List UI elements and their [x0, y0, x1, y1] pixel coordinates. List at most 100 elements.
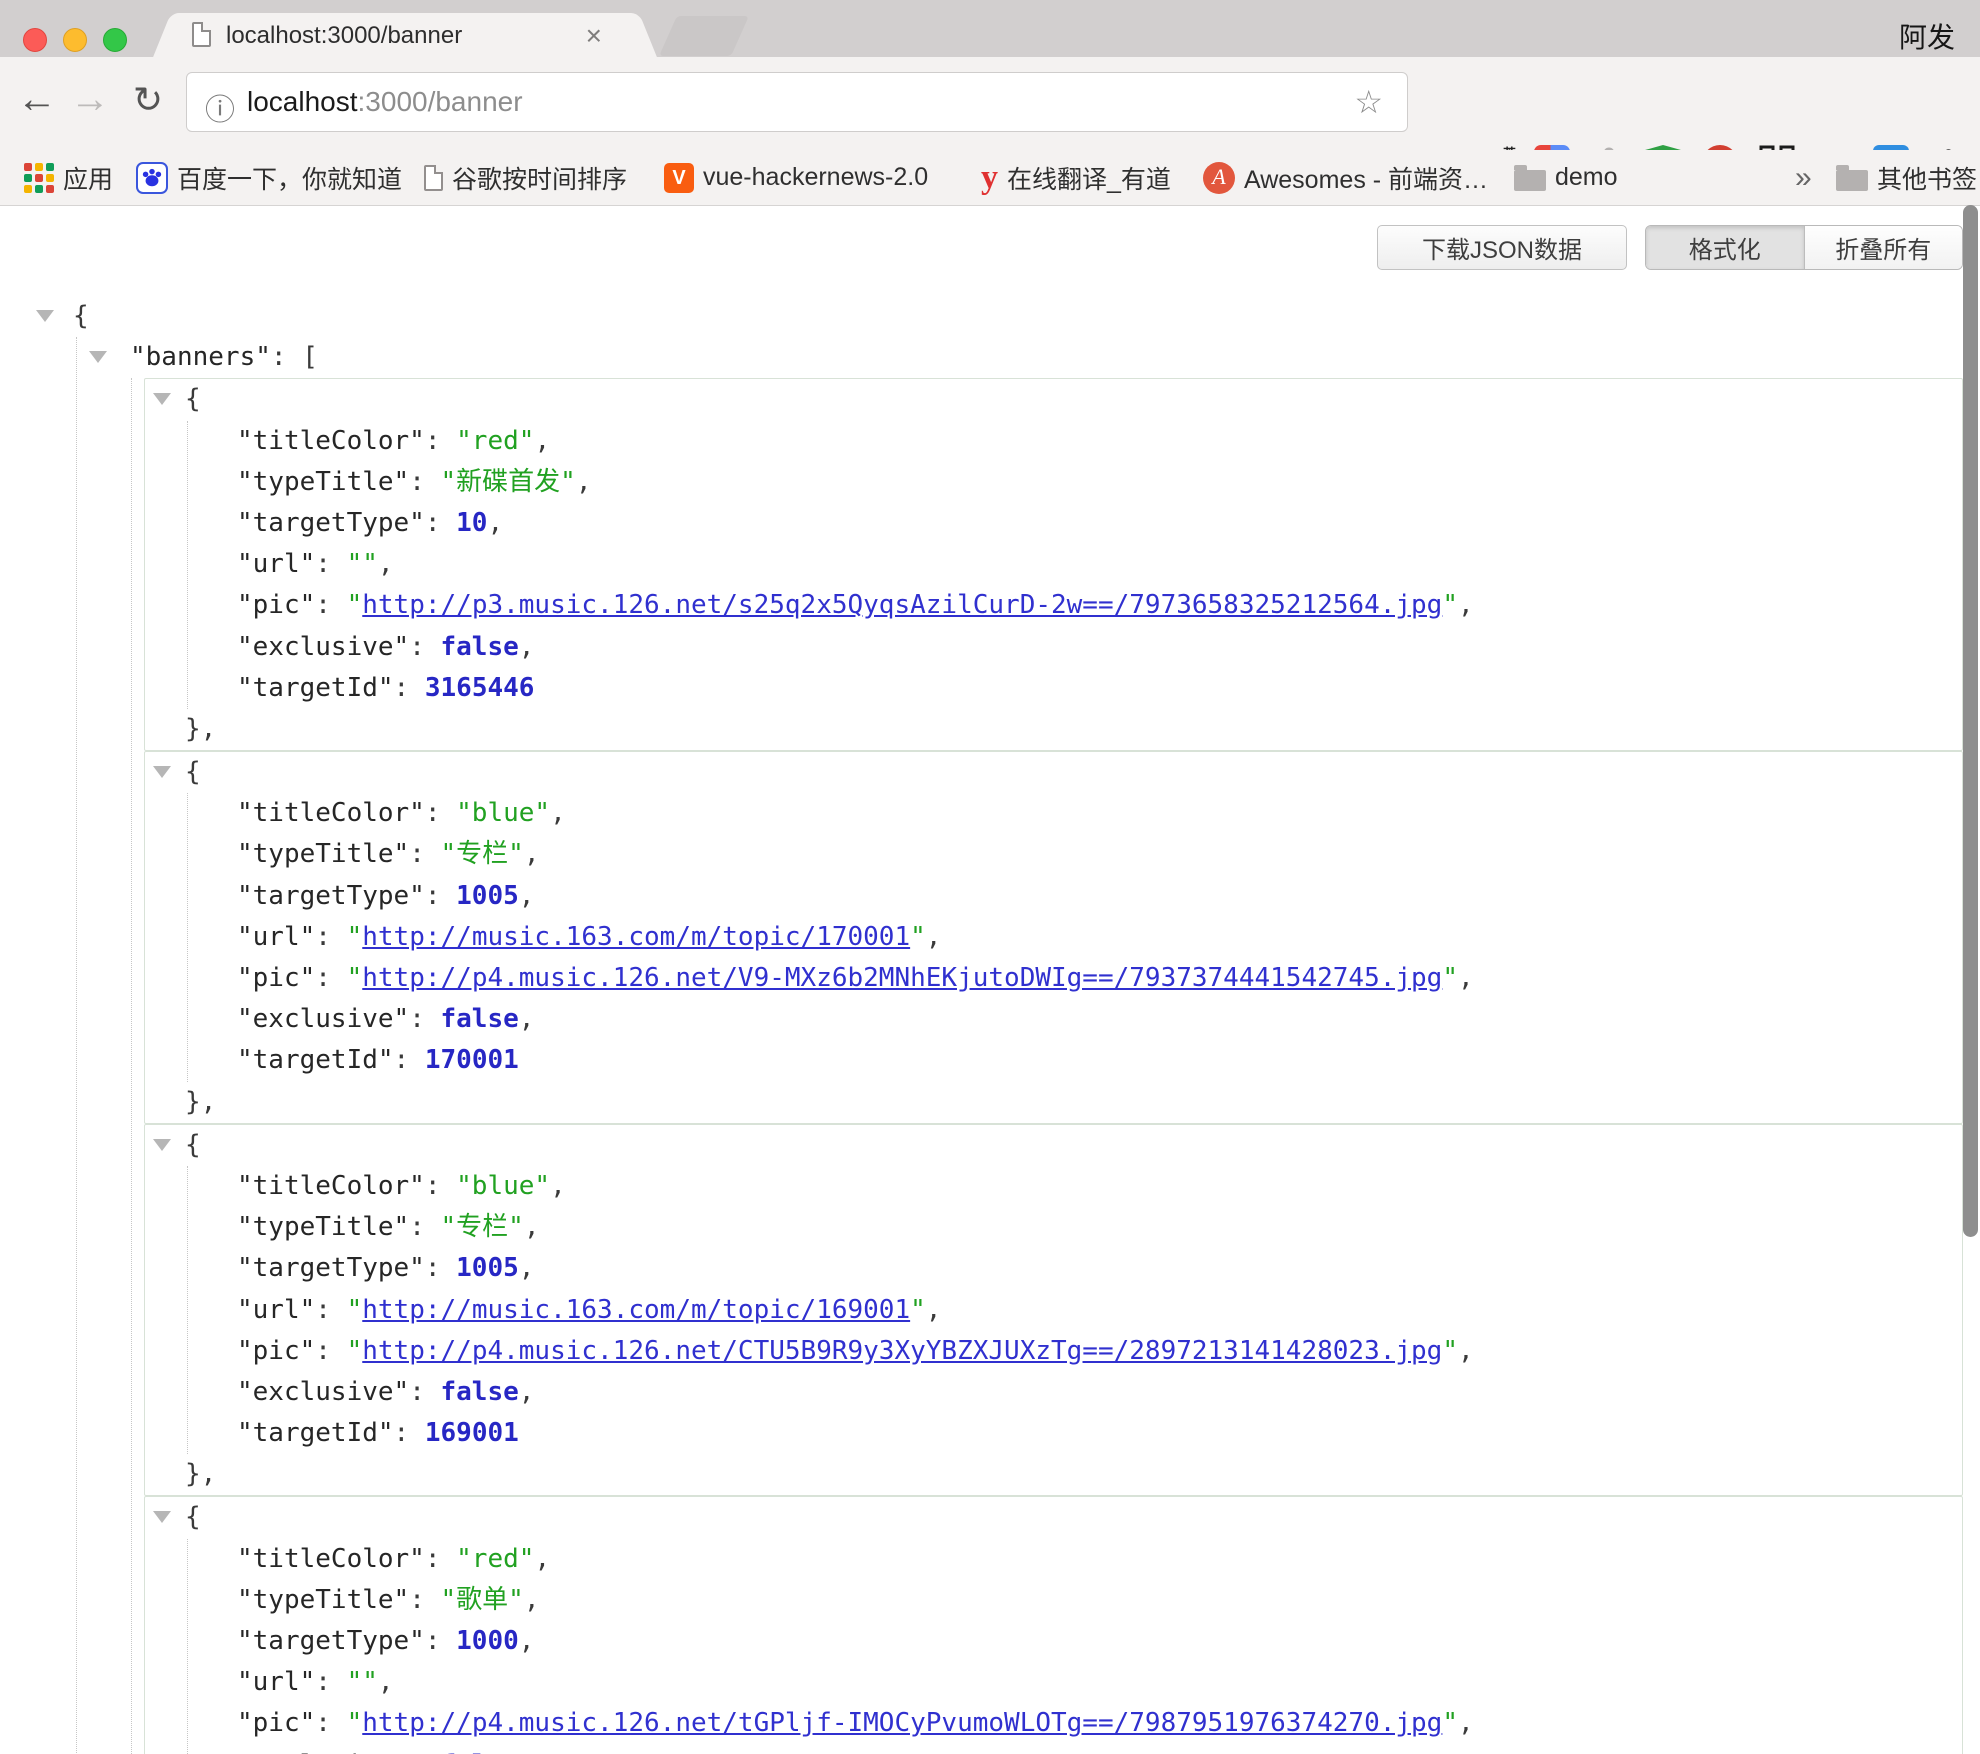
collapse-all-button[interactable]: 折叠所有: [1804, 226, 1963, 269]
new-tab-button[interactable]: [659, 16, 749, 56]
profile-name[interactable]: 阿发: [1899, 16, 1955, 56]
other-bookmarks-folder[interactable]: 其他书签: [1836, 150, 1977, 205]
json-value: 170001: [425, 1045, 519, 1075]
browser-tab[interactable]: localhost:3000/banner ×: [180, 13, 630, 57]
json-row: {: [145, 752, 1962, 793]
json-link[interactable]: http://p4.music.126.net/tGPljf-IMOCyPvum…: [362, 1708, 1442, 1738]
bookmark-vue-hackernews[interactable]: V vue-hackernews-2.0: [664, 150, 928, 205]
bookmark-folder-demo[interactable]: demo: [1514, 150, 1618, 205]
json-key: "url": [237, 922, 315, 952]
json-token: ": [347, 590, 363, 620]
json-key: "exclusive": [237, 1750, 409, 1754]
json-key: "targetId": [237, 1418, 394, 1448]
json-token: :: [315, 549, 346, 579]
json-row: "exclusive": false,: [237, 627, 1962, 668]
vue-icon: V: [664, 163, 694, 193]
apps-grid-icon: [24, 163, 54, 193]
json-token: ,: [519, 1377, 535, 1407]
json-row: "exclusive": false,: [237, 999, 1962, 1040]
json-key: "typeTitle": [237, 1585, 409, 1615]
zoom-window-button[interactable]: [103, 28, 127, 52]
collapse-toggle-icon[interactable]: [153, 393, 171, 405]
json-token: :: [409, 1212, 440, 1242]
close-window-button[interactable]: [23, 28, 47, 52]
json-token: ,: [524, 1585, 540, 1615]
json-link[interactable]: http://music.163.com/m/topic/170001: [362, 922, 910, 952]
json-token: },: [185, 1459, 216, 1489]
bookmarks-overflow-chevron[interactable]: »: [1795, 150, 1812, 205]
json-token: ,: [1458, 590, 1474, 620]
json-row: "pic": "http://p4.music.126.net/V9-MXz6b…: [237, 958, 1962, 999]
json-token: :: [425, 1171, 456, 1201]
json-token: ,: [524, 839, 540, 869]
json-token: :: [425, 426, 456, 456]
url-host: localhost: [247, 86, 358, 117]
bookmark-baidu[interactable]: 百度一下，你就知道: [136, 150, 402, 205]
json-row: "url": "",: [237, 544, 1962, 585]
json-value: false: [441, 632, 519, 662]
json-token: ": [1442, 1336, 1458, 1366]
json-value: false: [441, 1750, 519, 1754]
json-tree: {"banners": [{"titleColor": "red","typeT…: [0, 296, 1975, 1754]
json-token: :: [409, 1004, 440, 1034]
json-link[interactable]: http://p4.music.126.net/V9-MXz6b2MNhEKju…: [362, 963, 1442, 993]
json-link[interactable]: http://p4.music.126.net/CTU5B9R9y3XyYBZX…: [362, 1336, 1442, 1366]
folder-icon: [1836, 170, 1868, 191]
bookmark-google-sort[interactable]: 谷歌按时间排序: [424, 150, 627, 205]
json-key: "titleColor": [237, 1544, 425, 1574]
json-link[interactable]: http://music.163.com/m/topic/169001: [362, 1295, 910, 1325]
collapse-toggle-icon[interactable]: [36, 310, 54, 322]
json-token: :: [315, 1667, 346, 1697]
page-scrollbar[interactable]: [1963, 205, 1978, 1237]
json-value: "歌单": [441, 1585, 524, 1615]
json-object-fields: "titleColor": "blue","typeTitle": "专栏", "…: [187, 1166, 1962, 1454]
bookmark-star-icon[interactable]: ☆: [1354, 83, 1383, 121]
json-row: "url": "http://music.163.com/m/topic/169…: [237, 1290, 1962, 1331]
minimize-window-button[interactable]: [63, 28, 87, 52]
json-token: {: [185, 1502, 201, 1532]
bookmark-label: demo: [1555, 163, 1618, 192]
json-key: "exclusive": [237, 1377, 409, 1407]
forward-icon[interactable]: →: [68, 77, 112, 122]
bookmark-awesomes[interactable]: A Awesomes - 前端资…: [1203, 150, 1488, 205]
collapse-toggle-icon[interactable]: [153, 766, 171, 778]
collapse-toggle-icon[interactable]: [153, 1511, 171, 1523]
json-token: :: [409, 1750, 440, 1754]
json-token: {: [185, 384, 201, 414]
json-key: "targetType": [237, 1626, 425, 1656]
json-token: ,: [576, 467, 592, 497]
json-row: "url": "http://music.163.com/m/topic/170…: [237, 917, 1962, 958]
bookmark-apps[interactable]: 应用: [24, 150, 113, 205]
collapse-toggle-icon[interactable]: [89, 351, 107, 363]
json-key: "typeTitle": [237, 839, 409, 869]
download-json-button[interactable]: 下载JSON数据: [1377, 225, 1627, 270]
page-info-icon[interactable]: ⓘ: [205, 85, 235, 129]
json-token: :: [409, 1377, 440, 1407]
json-object-fields: "titleColor": "red","typeTitle": "歌单","t…: [187, 1539, 1962, 1754]
json-row: "targetId": 169001: [237, 1413, 1962, 1454]
json-token: :: [409, 1585, 440, 1615]
json-value: 1005: [456, 1253, 519, 1283]
json-row: "typeTitle": "专栏",: [237, 1207, 1962, 1248]
json-token: ,: [524, 1212, 540, 1242]
json-key: "pic": [237, 590, 315, 620]
json-token: :: [409, 839, 440, 869]
back-icon[interactable]: ←: [15, 77, 59, 122]
bookmark-youdao[interactable]: y 在线翻译_有道: [981, 150, 1171, 205]
tab-close-icon[interactable]: ×: [586, 20, 602, 52]
json-row: "titleColor": "blue",: [237, 1166, 1962, 1207]
reload-icon[interactable]: ↻: [126, 79, 170, 121]
json-token: :: [315, 590, 346, 620]
format-button[interactable]: 格式化: [1646, 226, 1804, 269]
json-token: ": [1442, 963, 1458, 993]
json-value: false: [441, 1004, 519, 1034]
json-token: :: [425, 1544, 456, 1574]
json-token: ": [347, 963, 363, 993]
json-token: {: [185, 757, 201, 787]
json-token: :: [315, 963, 346, 993]
address-bar[interactable]: ⓘ localhost:3000/banner ☆: [186, 72, 1408, 132]
collapse-toggle-icon[interactable]: [153, 1139, 171, 1151]
json-token: ,: [378, 549, 394, 579]
json-value: "blue": [456, 1171, 550, 1201]
json-link[interactable]: http://p3.music.126.net/s25q2x5QyqsAzilC…: [362, 590, 1442, 620]
